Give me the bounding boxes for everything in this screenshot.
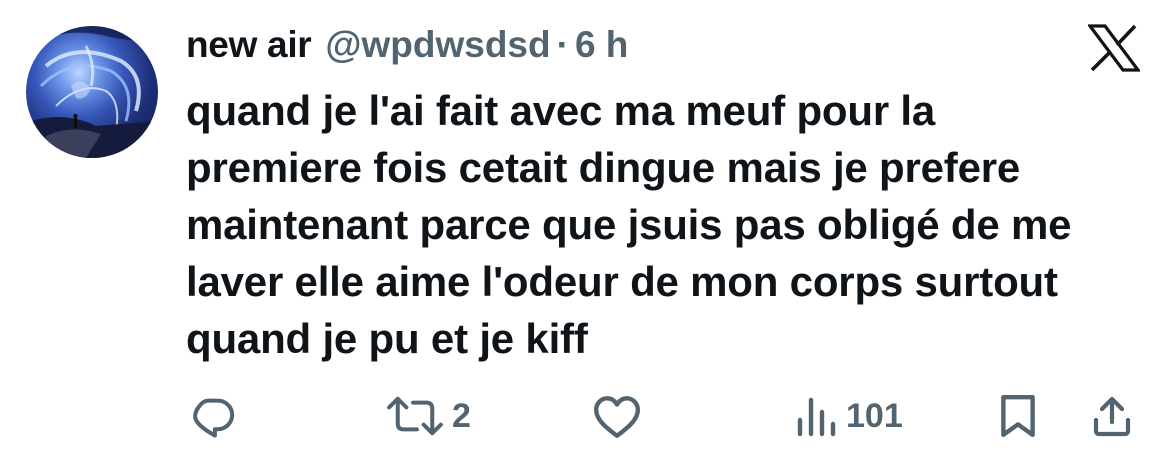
author-handle[interactable]: @wpdwsdsd [325,24,550,66]
share-icon [1093,396,1131,437]
x-logo-icon[interactable] [1086,24,1142,72]
share-button[interactable] [1090,388,1134,444]
separator-dot: · [556,24,569,65]
tweet-header: new air @wpdwsdsd · 6 h [186,24,628,74]
avatar-image [26,26,158,158]
reply-button[interactable] [190,388,236,444]
like-button[interactable] [592,388,642,444]
tweet-actions: 2 101 [0,388,1170,444]
tweet-card: new air @wpdwsdsd · 6 h quand je l'ai fa… [0,0,1170,475]
views-icon [797,397,836,437]
views-count: 101 [846,396,903,435]
retweet-button[interactable]: 2 [386,388,471,444]
author-display-name[interactable]: new air [186,24,312,66]
bookmark-icon [1001,394,1035,438]
bookmark-button[interactable] [996,388,1040,444]
avatar[interactable] [26,26,158,158]
retweet-icon [387,396,443,436]
heart-icon [593,396,641,438]
retweet-count: 2 [452,396,471,435]
tweet-text: quand je l'ai fait avec ma meuf pour la … [186,87,1072,362]
reply-icon [193,398,235,438]
views-button[interactable]: 101 [794,388,903,444]
tweet-timestamp[interactable]: 6 h [575,24,628,66]
